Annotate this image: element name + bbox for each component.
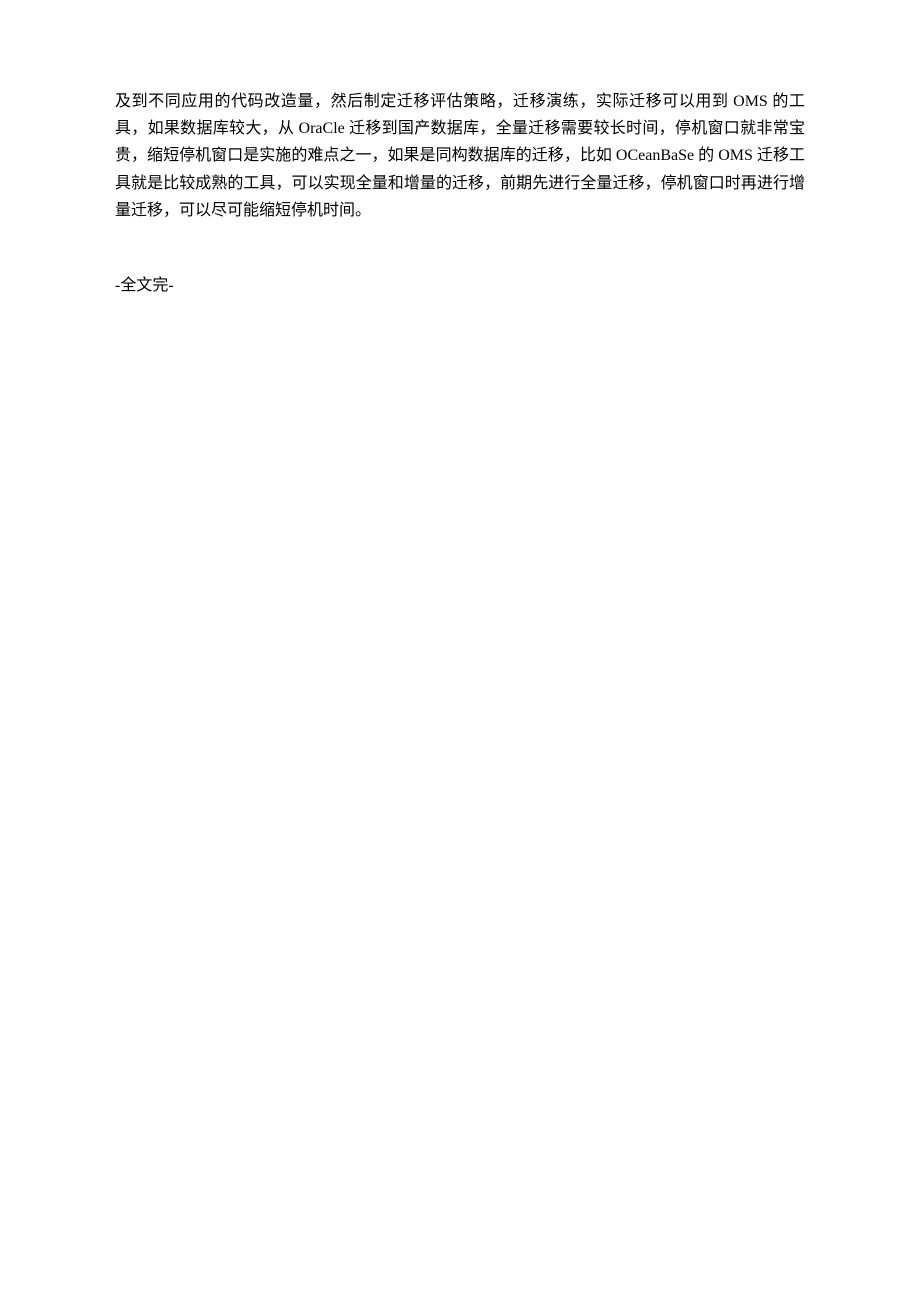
body-paragraph: 及到不同应用的代码改造量，然后制定迁移评估策略，迁移演练，实际迁移可以用到 OM…	[115, 88, 805, 224]
end-of-document-marker: -全文完-	[115, 272, 805, 299]
